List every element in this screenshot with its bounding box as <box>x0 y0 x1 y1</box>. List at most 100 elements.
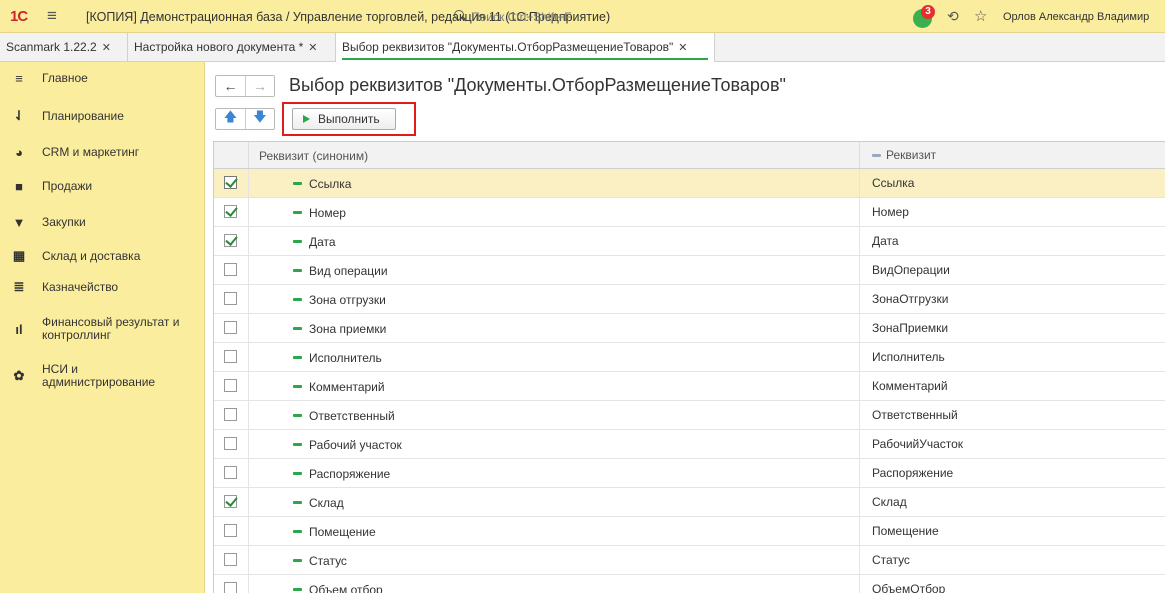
warehouse-icon: ▦ <box>12 248 26 263</box>
row-checkbox[interactable] <box>224 437 237 450</box>
table-row[interactable]: Зона приемки ЗонаПриемки <box>214 314 1165 343</box>
cell-synonym: Номер <box>309 206 346 220</box>
cell-name: Комментарий <box>859 372 1165 400</box>
sidebar-item-label: НСИ и администрирование <box>42 362 156 389</box>
table-row[interactable]: Статус Статус <box>214 546 1165 575</box>
attribute-marker-icon <box>293 327 302 330</box>
close-icon[interactable]: ✕ <box>308 42 317 54</box>
sidebar-item-label: Планирование <box>42 108 124 123</box>
attribute-marker-icon <box>872 154 881 158</box>
row-checkbox[interactable] <box>224 524 237 537</box>
row-checkbox[interactable] <box>224 379 237 392</box>
tab-label: Выбор реквизитов "Документы.ОтборРазмеще… <box>342 40 674 54</box>
table-row[interactable]: Помещение Помещение <box>214 517 1165 546</box>
sidebar-item-label: Закупки <box>42 214 86 229</box>
table-row[interactable]: Исполнитель Исполнитель <box>214 343 1165 372</box>
cell-synonym: Зона отгрузки <box>309 293 386 307</box>
table-row[interactable]: Объем отбор ОбъемОтбор <box>214 575 1165 593</box>
user-name[interactable]: Орлов Александр Владимир <box>1003 11 1149 23</box>
close-icon[interactable]: ✕ <box>678 42 687 54</box>
cell-synonym: Вид операции <box>309 264 388 278</box>
table-row[interactable]: Номер Номер <box>214 198 1165 227</box>
active-tab-indicator <box>342 58 708 60</box>
cell-name: Склад <box>859 488 1165 516</box>
global-search[interactable] <box>453 8 646 25</box>
row-checkbox[interactable] <box>224 292 237 305</box>
attribute-marker-icon <box>293 559 302 562</box>
table-row[interactable]: Комментарий Комментарий <box>214 372 1165 401</box>
tab-new-document-settings[interactable]: Настройка нового документа * ✕ <box>128 33 336 61</box>
cell-name: ЗонаОтгрузки <box>859 285 1165 313</box>
forward-arrow-icon[interactable]: → <box>244 76 274 96</box>
notification-count-badge: 3 <box>921 5 935 19</box>
notifications-button[interactable]: 3 <box>913 5 935 28</box>
table-row[interactable]: Распоряжение Распоряжение <box>214 459 1165 488</box>
table-row[interactable]: Вид операции ВидОперации <box>214 256 1165 285</box>
move-buttons: 🡅 🡇 <box>215 108 275 130</box>
cell-name: Дата <box>859 227 1165 255</box>
checkbox-cell <box>214 227 249 255</box>
table-row[interactable]: Ответственный Ответственный <box>214 401 1165 430</box>
sidebar-item-main[interactable]: ≡ Главное <box>0 70 205 86</box>
table-row[interactable]: Ссылка Ссылка <box>214 169 1165 198</box>
tab-select-attributes[interactable]: Выбор реквизитов "Документы.ОтборРазмеще… <box>336 33 715 62</box>
back-arrow-icon[interactable]: ← <box>216 76 245 96</box>
cell-name: Исполнитель <box>859 343 1165 371</box>
highlight-frame <box>282 102 416 136</box>
checkbox-cell <box>214 343 249 371</box>
row-checkbox[interactable] <box>224 582 237 593</box>
planning-icon: ⇃ <box>13 108 25 123</box>
row-checkbox[interactable] <box>224 350 237 363</box>
move-down-icon[interactable]: 🡇 <box>244 109 274 129</box>
row-checkbox[interactable] <box>224 495 237 508</box>
cell-name: Распоряжение <box>859 459 1165 487</box>
row-checkbox[interactable] <box>224 263 237 276</box>
sidebar-item-planning[interactable]: ⇃ Планирование <box>0 108 205 124</box>
sidebar-item-admin[interactable]: ✿ НСИ и администрирование <box>0 362 205 390</box>
table-row[interactable]: Рабочий участок РабочийУчасток <box>214 430 1165 459</box>
row-checkbox[interactable] <box>224 234 237 247</box>
row-checkbox[interactable] <box>224 205 237 218</box>
close-icon[interactable]: ✕ <box>102 42 111 54</box>
table-row[interactable]: Склад Склад <box>214 488 1165 517</box>
attribute-marker-icon <box>293 588 302 591</box>
checkbox-cell <box>214 517 249 545</box>
row-checkbox[interactable] <box>224 466 237 479</box>
sidebar-item-treasury[interactable]: ≣ Казначейство <box>0 279 205 295</box>
checkbox-cell <box>214 314 249 342</box>
search-input[interactable] <box>471 9 641 24</box>
history-icon[interactable]: ⟲ <box>947 8 959 25</box>
table-row[interactable]: Дата Дата <box>214 227 1165 256</box>
attribute-marker-icon <box>293 240 302 243</box>
sidebar-item-sales[interactable]: ■ Продажи <box>0 178 205 194</box>
column-header-synonym[interactable]: Реквизит (синоним) <box>259 149 368 163</box>
move-up-icon[interactable]: 🡅 <box>216 109 245 129</box>
cell-synonym: Зона приемки <box>309 322 387 336</box>
row-checkbox[interactable] <box>224 321 237 334</box>
cell-name: ОбъемОтбор <box>859 575 1165 593</box>
cell-synonym: Ссылка <box>309 177 352 191</box>
cell-name: Помещение <box>859 517 1165 545</box>
checkbox-column-header[interactable] <box>214 142 249 168</box>
row-checkbox[interactable] <box>224 553 237 566</box>
attribute-marker-icon <box>293 443 302 446</box>
column-header-name[interactable]: Реквизит <box>859 142 1165 168</box>
sidebar-item-warehouse[interactable]: ▦ Склад и доставка <box>0 248 205 264</box>
1c-logo[interactable]: 1С <box>10 8 28 25</box>
sidebar-item-purchases[interactable]: ▼ Закупки <box>0 214 205 230</box>
attribute-marker-icon <box>293 356 302 359</box>
favorites-star-icon[interactable]: ☆ <box>974 7 987 25</box>
table-row[interactable]: Зона отгрузки ЗонаОтгрузки <box>214 285 1165 314</box>
attribute-marker-icon <box>293 298 302 301</box>
cell-synonym: Распоряжение <box>309 467 391 481</box>
sidebar-item-label: Финансовый результат и контроллинг <box>42 315 180 342</box>
row-checkbox[interactable] <box>224 408 237 421</box>
sidebar-item-crm[interactable]: ◕ CRM и маркетинг <box>0 144 205 160</box>
cell-synonym: Объем отбор <box>309 583 383 593</box>
menu-lines-icon: ≡ <box>15 70 23 86</box>
sidebar-item-finance[interactable]: ıl Финансовый результат и контроллинг <box>0 315 205 343</box>
tab-scanmark[interactable]: Scanmark 1.22.2 ✕ <box>0 33 128 61</box>
title-bar: 1С ≡ [КОПИЯ] Демонстрационная база / Упр… <box>0 0 1165 33</box>
row-checkbox[interactable] <box>224 176 237 189</box>
main-menu-icon[interactable]: ≡ <box>47 6 57 26</box>
